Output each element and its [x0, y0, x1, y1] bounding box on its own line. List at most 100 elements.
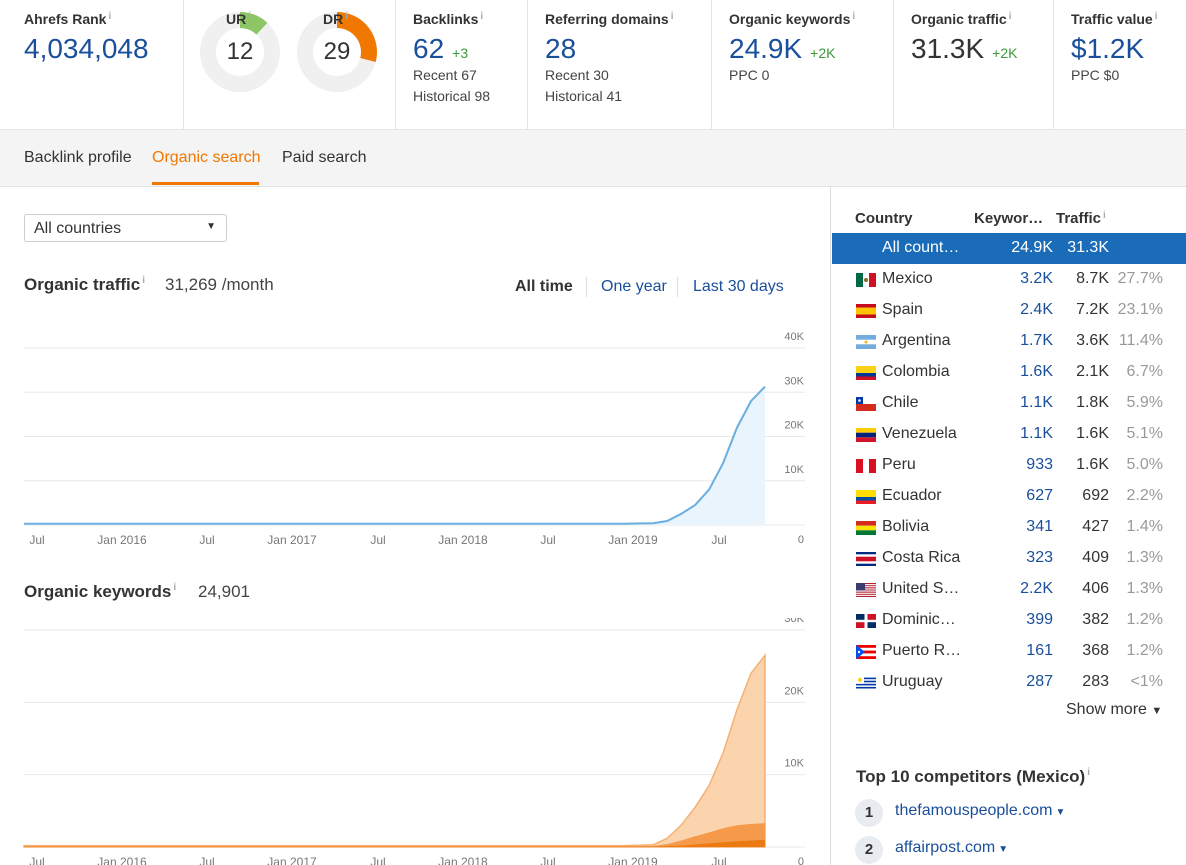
- country-traffic-share: 1.3%: [1126, 580, 1163, 597]
- country-name[interactable]: Mexico: [882, 270, 933, 288]
- country-keywords[interactable]: 1.1K: [1020, 425, 1053, 443]
- organic-keywords-chart[interactable]: 30K 20K 10K 0 Jul Jan 2016 Jul Jan 2017 Jul Jan 2…: [0, 618, 830, 865]
- country-keywords[interactable]: 24.9K: [1011, 239, 1053, 257]
- info-icon[interactable]: i: [142, 275, 145, 286]
- x-tick-label: Jan 2018: [438, 533, 488, 547]
- info-icon[interactable]: i: [248, 11, 251, 22]
- info-icon[interactable]: i: [1009, 11, 1012, 22]
- country-name[interactable]: Peru: [882, 456, 916, 474]
- country-keywords[interactable]: 161: [1026, 642, 1053, 660]
- backlinks-recent: Recent 67: [413, 67, 477, 83]
- country-row[interactable]: Bolivia 341 427 1.4%: [832, 512, 1186, 543]
- organic-traffic-value: 31.3K: [911, 33, 985, 64]
- country-name[interactable]: Bolivia: [882, 518, 929, 536]
- country-row[interactable]: United S… 2.2K 406 1.3%: [832, 574, 1186, 605]
- col-header-traffic[interactable]: Traffic i: [1056, 210, 1106, 227]
- info-icon[interactable]: i: [480, 11, 483, 22]
- col-header-keywords[interactable]: Keywor…: [974, 210, 1043, 227]
- country-name[interactable]: Dominic…: [882, 611, 956, 629]
- country-traffic-share: 1.2%: [1126, 611, 1163, 628]
- country-row[interactable]: All count… 24.9K 31.3K: [832, 233, 1186, 264]
- competitor-link[interactable]: thefamouspeople.com ▼: [895, 802, 1065, 820]
- info-icon[interactable]: i: [1087, 767, 1090, 778]
- country-name[interactable]: Costa Rica: [882, 549, 960, 567]
- range-divider: [586, 277, 587, 297]
- y-tick-label: 0: [798, 534, 804, 546]
- info-icon[interactable]: i: [173, 582, 176, 593]
- country-keywords[interactable]: 287: [1026, 673, 1053, 691]
- organic-traffic-chart[interactable]: 40K 30K 20K 10K 0 Jul Jan 2016 Jul Jan 2017 Jul Ja…: [0, 310, 830, 555]
- country-name[interactable]: All count…: [882, 239, 959, 257]
- country-keywords[interactable]: 1.1K: [1020, 394, 1053, 412]
- country-row[interactable]: Ecuador 627 692 2.2%: [832, 481, 1186, 512]
- country-keywords[interactable]: 323: [1026, 549, 1053, 567]
- x-tick-label: Jan 2016: [97, 533, 147, 547]
- country-name[interactable]: Argentina: [882, 332, 951, 350]
- referring-domains-metric: Referring domains i 28 Recent 30 Historic…: [528, 0, 712, 130]
- country-keywords[interactable]: 399: [1026, 611, 1053, 629]
- country-traffic: 2.1K: [1076, 363, 1109, 380]
- referring-domains-value[interactable]: 28: [545, 33, 576, 65]
- competitor-link[interactable]: affairpost.com ▼: [895, 839, 1008, 857]
- country-keywords[interactable]: 2.4K: [1020, 301, 1053, 319]
- country-traffic: 283: [1082, 673, 1109, 690]
- y-tick-label: 10K: [784, 758, 804, 770]
- info-icon[interactable]: i: [852, 11, 855, 22]
- country-row[interactable]: Spain 2.4K 7.2K 23.1%: [832, 295, 1186, 326]
- country-keywords[interactable]: 1.7K: [1020, 332, 1053, 350]
- country-row[interactable]: Peru 933 1.6K 5.0%: [832, 450, 1186, 481]
- country-row[interactable]: Argentina 1.7K 3.6K 11.4%: [832, 326, 1186, 357]
- country-row[interactable]: Costa Rica 323 409 1.3%: [832, 543, 1186, 574]
- col-header-country[interactable]: Country: [855, 210, 913, 227]
- country-keywords[interactable]: 341: [1026, 518, 1053, 536]
- flag-cl-icon: [856, 397, 876, 411]
- country-name[interactable]: Chile: [882, 394, 918, 412]
- info-icon[interactable]: i: [108, 11, 111, 22]
- country-traffic: 406: [1082, 580, 1109, 597]
- x-tick-label: Jul: [711, 533, 726, 547]
- tab-paid-search[interactable]: Paid search: [282, 149, 367, 167]
- ahrefs-rank-value[interactable]: 4,034,048: [24, 33, 149, 65]
- country-keywords[interactable]: 1.6K: [1020, 363, 1053, 381]
- organic-traffic-delta: +2K: [992, 45, 1018, 61]
- country-keywords[interactable]: 2.2K: [1020, 580, 1053, 598]
- country-row[interactable]: Mexico 3.2K 8.7K 27.7%: [832, 264, 1186, 295]
- country-select[interactable]: All countries ▼: [24, 214, 227, 242]
- country-row[interactable]: Dominic… 399 382 1.2%: [832, 605, 1186, 636]
- country-row[interactable]: Venezuela 1.1K 1.6K 5.1%: [832, 419, 1186, 450]
- country-name[interactable]: Colombia: [882, 363, 950, 381]
- country-name[interactable]: Puerto R…: [882, 642, 961, 660]
- traffic-value-value[interactable]: $1.2K: [1071, 33, 1144, 65]
- info-icon[interactable]: i: [1155, 11, 1158, 22]
- show-more-button[interactable]: Show more ▼: [1066, 701, 1162, 719]
- country-name[interactable]: United S…: [882, 580, 959, 598]
- flag-do-icon: [856, 614, 876, 628]
- range-all-time[interactable]: All time: [515, 278, 573, 296]
- flag-ar-icon: [856, 335, 876, 349]
- country-keywords[interactable]: 3.2K: [1020, 270, 1053, 288]
- country-name[interactable]: Spain: [882, 301, 923, 319]
- country-keywords[interactable]: 627: [1026, 487, 1053, 505]
- country-traffic-share: 5.9%: [1126, 394, 1163, 411]
- country-row[interactable]: Puerto R… 161 368 1.2%: [832, 636, 1186, 667]
- backlinks-value[interactable]: 62: [413, 33, 444, 65]
- info-icon[interactable]: i: [671, 11, 674, 22]
- range-last-30-days[interactable]: Last 30 days: [693, 278, 784, 296]
- organic-keywords-value[interactable]: 24.9K: [729, 33, 802, 65]
- country-traffic: 7.2K: [1076, 301, 1109, 318]
- range-one-year[interactable]: One year: [601, 278, 667, 296]
- dropdown-caret-icon[interactable]: ▼: [1055, 807, 1065, 818]
- country-traffic: 382: [1082, 611, 1109, 628]
- country-row[interactable]: Chile 1.1K 1.8K 5.9%: [832, 388, 1186, 419]
- tab-backlink-profile[interactable]: Backlink profile: [24, 149, 132, 167]
- dropdown-caret-icon[interactable]: ▼: [998, 844, 1008, 855]
- country-row[interactable]: Uruguay 287 283 <1%: [832, 667, 1186, 698]
- tab-organic-search[interactable]: Organic search: [152, 149, 261, 167]
- country-row[interactable]: Colombia 1.6K 2.1K 6.7%: [832, 357, 1186, 388]
- info-icon[interactable]: i: [345, 11, 348, 22]
- country-name[interactable]: Uruguay: [882, 673, 942, 691]
- country-name[interactable]: Ecuador: [882, 487, 942, 505]
- info-icon[interactable]: i: [1103, 210, 1106, 221]
- country-name[interactable]: Venezuela: [882, 425, 957, 443]
- country-keywords[interactable]: 933: [1026, 456, 1053, 474]
